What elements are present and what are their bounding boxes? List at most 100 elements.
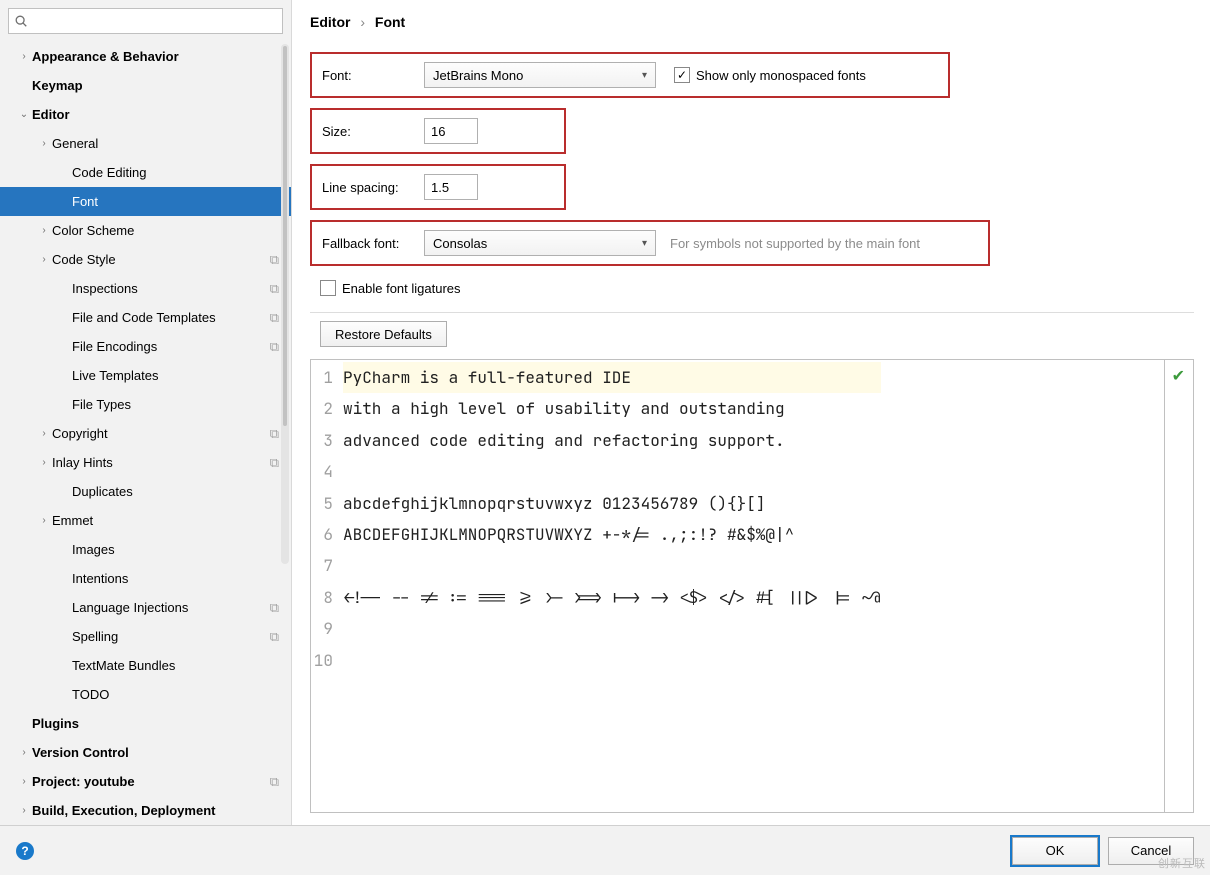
sidebar-item-inlay-hints[interactable]: ›Inlay Hints⧉ bbox=[0, 448, 291, 477]
copy-icon: ⧉ bbox=[270, 455, 279, 471]
spacing-label: Line spacing: bbox=[322, 180, 424, 195]
sidebar-item-live-templates[interactable]: Live Templates bbox=[0, 361, 291, 390]
sidebar-item-duplicates[interactable]: Duplicates bbox=[0, 477, 291, 506]
sidebar-item-file-encodings[interactable]: File Encodings⧉ bbox=[0, 332, 291, 361]
content-pane: Editor › Font Font: JetBrains Mono ▾ ✓ S… bbox=[292, 0, 1210, 825]
sidebar-item-label: Live Templates bbox=[72, 368, 291, 383]
line-number: 9 bbox=[311, 613, 333, 644]
sidebar-item-label: Intentions bbox=[72, 571, 291, 586]
highlight-size-row: Size: bbox=[310, 108, 566, 154]
preview-line: abcdefghijklmnopqrstuvwxyz 0123456789 ()… bbox=[343, 488, 881, 519]
fallback-dropdown-value: Consolas bbox=[433, 236, 642, 251]
line-number: 1 bbox=[311, 362, 333, 393]
chevron-right-icon: › bbox=[36, 515, 52, 526]
search-input[interactable] bbox=[8, 8, 283, 34]
settings-tree[interactable]: ›Appearance & BehaviorKeymap⌄Editor›Gene… bbox=[0, 42, 291, 825]
sidebar-item-keymap[interactable]: Keymap bbox=[0, 71, 291, 100]
sidebar-item-spelling[interactable]: Spelling⧉ bbox=[0, 622, 291, 651]
sidebar-item-label: Editor bbox=[32, 107, 291, 122]
sidebar-item-editor[interactable]: ⌄Editor bbox=[0, 100, 291, 129]
preview-line bbox=[343, 456, 881, 487]
sidebar-item-inspections[interactable]: Inspections⧉ bbox=[0, 274, 291, 303]
ok-button[interactable]: OK bbox=[1012, 837, 1098, 865]
copy-icon: ⧉ bbox=[270, 252, 279, 268]
line-number: 5 bbox=[311, 488, 333, 519]
sidebar-item-appearance-behavior[interactable]: ›Appearance & Behavior bbox=[0, 42, 291, 71]
highlight-fallback-row: Fallback font: Consolas ▾ For symbols no… bbox=[310, 220, 990, 266]
sidebar-item-file-and-code-templates[interactable]: File and Code Templates⧉ bbox=[0, 303, 291, 332]
breadcrumb-2: Font bbox=[375, 14, 405, 30]
sidebar-item-build-execution-deployment[interactable]: ›Build, Execution, Deployment bbox=[0, 796, 291, 825]
ligatures-checkbox[interactable]: Enable font ligatures bbox=[320, 280, 461, 296]
font-preview: 12345678910 PyCharm is a full-featured I… bbox=[310, 359, 1194, 813]
check-ok-icon: ✔ bbox=[1172, 366, 1185, 386]
spacing-input[interactable] bbox=[424, 174, 478, 200]
sidebar-item-label: Duplicates bbox=[72, 484, 291, 499]
sidebar-item-label: Font bbox=[72, 194, 291, 209]
sidebar-item-label: Inlay Hints bbox=[52, 455, 270, 470]
show-monospaced-checkbox[interactable]: ✓ Show only monospaced fonts bbox=[674, 67, 866, 83]
chevron-down-icon: ▾ bbox=[642, 238, 647, 249]
preview-line: with a high level of usability and outst… bbox=[343, 393, 881, 424]
sidebar-item-language-injections[interactable]: Language Injections⧉ bbox=[0, 593, 291, 622]
chevron-right-icon: › bbox=[36, 457, 52, 468]
sidebar-item-project-youtube[interactable]: ›Project: youtube⧉ bbox=[0, 767, 291, 796]
sidebar-item-file-types[interactable]: File Types bbox=[0, 390, 291, 419]
preview-code: PyCharm is a full-featured IDEwith a hig… bbox=[337, 360, 881, 812]
line-number: 2 bbox=[311, 393, 333, 424]
help-icon[interactable]: ? bbox=[16, 842, 34, 860]
fallback-dropdown[interactable]: Consolas ▾ bbox=[424, 230, 656, 256]
sidebar-item-general[interactable]: ›General bbox=[0, 129, 291, 158]
copy-icon: ⧉ bbox=[270, 600, 279, 616]
sidebar-item-code-editing[interactable]: Code Editing bbox=[0, 158, 291, 187]
preview-gutter: 12345678910 bbox=[311, 360, 337, 812]
sidebar-item-label: General bbox=[52, 136, 291, 151]
chevron-right-icon: › bbox=[36, 225, 52, 236]
sidebar-item-color-scheme[interactable]: ›Color Scheme bbox=[0, 216, 291, 245]
preview-line: ABCDEFGHIJKLMNOPQRSTUVWXYZ +-*/= .,;:!? … bbox=[343, 519, 881, 550]
sidebar-item-emmet[interactable]: ›Emmet bbox=[0, 506, 291, 535]
fallback-label: Fallback font: bbox=[322, 236, 424, 251]
checkbox-icon bbox=[320, 280, 336, 296]
preview-right-divider bbox=[1164, 360, 1165, 812]
line-number: 7 bbox=[311, 550, 333, 581]
scrollbar-thumb[interactable] bbox=[283, 46, 287, 426]
highlight-font-row: Font: JetBrains Mono ▾ ✓ Show only monos… bbox=[310, 52, 950, 98]
sidebar-item-images[interactable]: Images bbox=[0, 535, 291, 564]
font-dropdown[interactable]: JetBrains Mono ▾ bbox=[424, 62, 656, 88]
sidebar-item-label: Appearance & Behavior bbox=[32, 49, 291, 64]
chevron-right-icon: › bbox=[36, 138, 52, 149]
sidebar-item-font[interactable]: Font bbox=[0, 187, 291, 216]
sidebar-item-label: TODO bbox=[72, 687, 291, 702]
size-input[interactable] bbox=[424, 118, 478, 144]
scrollbar[interactable] bbox=[281, 44, 289, 564]
sidebar-item-todo[interactable]: TODO bbox=[0, 680, 291, 709]
chevron-right-icon: › bbox=[36, 428, 52, 439]
sidebar-item-intentions[interactable]: Intentions bbox=[0, 564, 291, 593]
sidebar-item-label: Keymap bbox=[32, 78, 291, 93]
sidebar-item-code-style[interactable]: ›Code Style⧉ bbox=[0, 245, 291, 274]
sidebar-item-label: File and Code Templates bbox=[72, 310, 270, 325]
fallback-hint: For symbols not supported by the main fo… bbox=[670, 236, 920, 251]
sidebar-item-version-control[interactable]: ›Version Control bbox=[0, 738, 291, 767]
sidebar-item-label: File Types bbox=[72, 397, 291, 412]
sidebar-item-label: TextMate Bundles bbox=[72, 658, 291, 673]
sidebar-item-textmate-bundles[interactable]: TextMate Bundles bbox=[0, 651, 291, 680]
line-number: 10 bbox=[311, 645, 333, 676]
cancel-button[interactable]: Cancel bbox=[1108, 837, 1194, 865]
sidebar-item-label: Color Scheme bbox=[52, 223, 291, 238]
breadcrumb: Editor › Font bbox=[310, 14, 1194, 30]
restore-defaults-button[interactable]: Restore Defaults bbox=[320, 321, 447, 347]
breadcrumb-1: Editor bbox=[310, 14, 350, 30]
sidebar-item-copyright[interactable]: ›Copyright⧉ bbox=[0, 419, 291, 448]
font-dropdown-value: JetBrains Mono bbox=[433, 68, 642, 83]
preview-line bbox=[343, 613, 881, 644]
divider bbox=[310, 312, 1194, 313]
chevron-right-icon: › bbox=[16, 51, 32, 62]
checkbox-icon: ✓ bbox=[674, 67, 690, 83]
preview-line: advanced code editing and refactoring su… bbox=[343, 425, 881, 456]
sidebar-item-label: Code Style bbox=[52, 252, 270, 267]
sidebar-item-label: Images bbox=[72, 542, 291, 557]
line-number: 4 bbox=[311, 456, 333, 487]
sidebar-item-plugins[interactable]: Plugins bbox=[0, 709, 291, 738]
